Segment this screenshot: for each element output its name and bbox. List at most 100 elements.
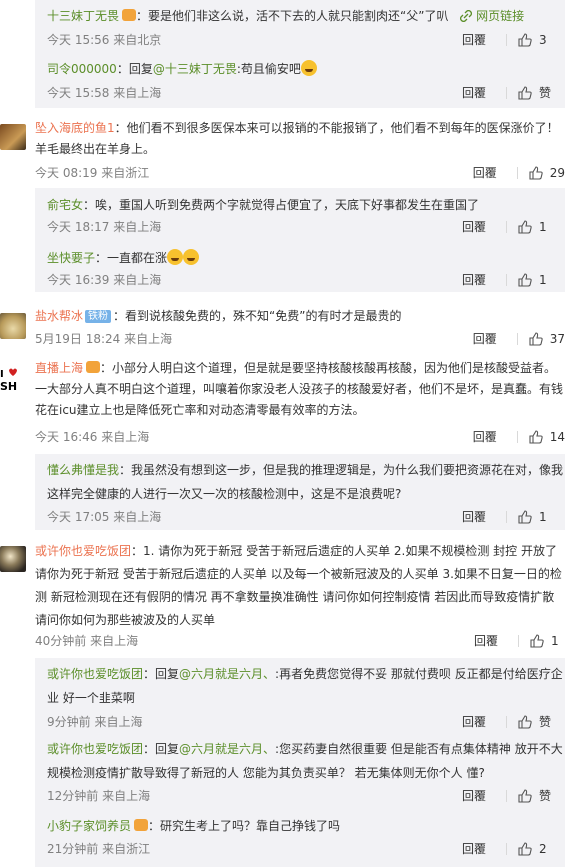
username-link[interactable]: 或许你也爱吃饭团 bbox=[47, 742, 143, 756]
like-button[interactable]: 1 bbox=[529, 631, 565, 651]
mention-link[interactable]: @六月就是六月、 bbox=[179, 742, 275, 756]
reply-list: 十三妹丁无畏 ：要是他们非这么说，活不下去的人就只能割肉还“父”了叭 网页链接 今… bbox=[35, 0, 565, 108]
mention-link[interactable]: @十三妹丁无畏 bbox=[153, 62, 237, 76]
reply-text: ：一直都在涨 bbox=[95, 251, 168, 265]
avatar[interactable] bbox=[0, 124, 26, 150]
avatar[interactable] bbox=[0, 313, 26, 339]
like-button[interactable]: 37 bbox=[528, 329, 565, 349]
like-button[interactable]: 14 bbox=[528, 427, 565, 447]
like-button[interactable]: 2 bbox=[517, 839, 553, 859]
like-button[interactable]: 1 bbox=[517, 507, 553, 527]
reply-button[interactable]: 回覆 bbox=[462, 712, 496, 732]
like-button[interactable]: 29 bbox=[528, 163, 565, 183]
timestamp: 9分钟前 来自上海 bbox=[47, 715, 143, 729]
comment-text-block: 盐水帮冰 铁粉 ：看到说核酸免费的，殊不知“免费”的有时才是最贵的 bbox=[35, 306, 567, 327]
divider bbox=[506, 511, 507, 523]
reply-actions: 回覆 1 bbox=[462, 270, 553, 290]
like-button[interactable]: 1 bbox=[517, 270, 553, 290]
reply-button[interactable]: 回覆 bbox=[462, 507, 496, 527]
reply-button[interactable]: 回覆 bbox=[462, 217, 496, 237]
thumbs-up-icon bbox=[518, 33, 532, 47]
timestamp: 5月19日 18:24 来自上海 bbox=[35, 332, 173, 346]
reply-list: 懂么弗懂是我：我虽然没有想到这一步，但是我的推理逻辑是，为什么我们要把资源花在对… bbox=[35, 454, 565, 530]
username-link[interactable]: 直播上海 bbox=[35, 361, 83, 375]
like-count: 29 bbox=[549, 166, 565, 180]
reply-button[interactable]: 回覆 bbox=[462, 839, 496, 859]
reply-button[interactable]: 回覆 bbox=[462, 83, 496, 103]
thumbs-up-icon bbox=[518, 715, 532, 729]
reply-button[interactable]: 回覆 bbox=[473, 163, 507, 183]
mention-link[interactable]: @六月就是六月、 bbox=[179, 667, 275, 681]
like-count: 1 bbox=[539, 273, 547, 287]
like-button[interactable]: 赞 bbox=[517, 712, 553, 732]
reply-list: 俞宅女：唉，重国人听到免费两个字就觉得占便宜了，天底下好事都发生在重国了 今天 … bbox=[35, 188, 565, 292]
link-icon bbox=[460, 10, 473, 22]
like-count: 2 bbox=[539, 842, 547, 856]
reply-button[interactable]: 回覆 bbox=[462, 786, 496, 806]
timestamp: 12分钟前 来自上海 bbox=[47, 789, 151, 803]
thumbs-up-icon bbox=[518, 842, 532, 856]
thumbs-up-icon bbox=[529, 166, 543, 180]
username-link[interactable]: 坠入海底的鱼1 bbox=[35, 121, 115, 135]
like-count: 3 bbox=[539, 33, 547, 47]
reply-button[interactable]: 回覆 bbox=[462, 270, 496, 290]
web-link[interactable]: 网页链接 bbox=[460, 9, 524, 23]
svg-text:I: I bbox=[0, 369, 4, 380]
username-link[interactable]: 小豹子家饲养员 bbox=[47, 819, 131, 833]
comment-actions: 回覆 14 bbox=[473, 427, 565, 447]
thumbs-up-icon bbox=[518, 220, 532, 234]
laugh-emoji-icon bbox=[183, 249, 200, 265]
comment-item: 直播上海 ：小部分人明白这个道理，但是就是要坚持核酸核酸再核酸，因为他们是核酸受益… bbox=[35, 358, 567, 448]
reply-actions: 回覆 赞 bbox=[462, 712, 553, 732]
username-link[interactable]: 或许你也爱吃饭团 bbox=[47, 667, 143, 681]
comment-item: 坠入海底的鱼1：他们看不到很多医保本来可以报销的不能报销了，他们看不到每年的医保… bbox=[35, 118, 567, 184]
thumbs-up-icon bbox=[530, 634, 544, 648]
svg-text:SH: SH bbox=[0, 380, 17, 392]
reply-text-block: 懂么弗懂是我：我虽然没有想到这一步，但是我的推理逻辑是，为什么我们要把资源花在对… bbox=[47, 458, 565, 506]
username-link[interactable]: 司令000000 bbox=[47, 62, 117, 76]
divider bbox=[518, 635, 519, 647]
reply-list: 或许你也爱吃饭团：回复@六月就是六月、:再者免费您觉得不妥 那就付费呗 反正都是… bbox=[35, 658, 565, 867]
reply-button[interactable]: 回覆 bbox=[473, 329, 507, 349]
username-link[interactable]: 十三妹丁无畏 bbox=[47, 9, 119, 23]
like-button[interactable]: 3 bbox=[517, 30, 553, 50]
comment-text: ：看到说核酸免费的，殊不知“免费”的有时才是最贵的 bbox=[113, 309, 402, 323]
avatar[interactable] bbox=[0, 546, 26, 572]
reply-text: ：回复 bbox=[143, 667, 180, 681]
timestamp: 40分钟前 来自上海 bbox=[35, 634, 139, 648]
emoji-icon bbox=[300, 60, 317, 76]
timestamp: 今天 15:58 来自上海 bbox=[47, 86, 162, 100]
username-link[interactable]: 懂么弗懂是我 bbox=[47, 463, 119, 477]
like-count: 14 bbox=[549, 430, 565, 444]
like-count: 1 bbox=[539, 220, 547, 234]
divider bbox=[516, 333, 518, 345]
comment-item: 盐水帮冰 铁粉 ：看到说核酸免费的，殊不知“免费”的有时才是最贵的 5月19日 18… bbox=[35, 306, 567, 350]
like-button[interactable]: 1 bbox=[517, 217, 553, 237]
reply-actions: 回覆 1 bbox=[462, 507, 553, 527]
like-button[interactable]: 赞 bbox=[517, 786, 553, 806]
username-link[interactable]: 盐水帮冰 bbox=[35, 309, 83, 323]
fan-badge: 铁粉 bbox=[85, 310, 112, 323]
like-count: 1 bbox=[551, 634, 559, 648]
reply-actions: 回覆 2 bbox=[462, 839, 553, 859]
timestamp: 今天 17:05 来自上海 bbox=[47, 510, 162, 524]
divider bbox=[516, 431, 518, 443]
reply-button[interactable]: 回覆 bbox=[473, 427, 507, 447]
thumbs-up-icon bbox=[518, 86, 532, 100]
vip-icon bbox=[134, 819, 149, 831]
reply-actions: 回覆 1 bbox=[462, 217, 553, 237]
reply-button[interactable]: 回覆 bbox=[462, 30, 496, 50]
i-love-sh-logo: I SH bbox=[0, 368, 17, 392]
reply-actions: 回覆 3 bbox=[462, 30, 553, 50]
username-link[interactable]: 坐快要子 bbox=[47, 251, 95, 265]
reply-actions: 回覆 赞 bbox=[462, 786, 553, 806]
username-link[interactable]: 俞宅女 bbox=[47, 198, 83, 212]
reply-text-2: :苟且偷安吧 bbox=[236, 62, 301, 76]
like-button[interactable]: 赞 bbox=[517, 83, 553, 103]
username-link[interactable]: 或许你也爱吃饭团 bbox=[35, 544, 131, 558]
thumbs-up-icon bbox=[529, 430, 543, 444]
avatar[interactable]: I SH bbox=[0, 366, 26, 392]
like-count: 赞 bbox=[539, 715, 552, 729]
reply-button[interactable]: 回覆 bbox=[474, 631, 508, 651]
reply-line: 司令000000：回复@十三妹丁无畏:苟且偷安吧 bbox=[47, 57, 317, 81]
